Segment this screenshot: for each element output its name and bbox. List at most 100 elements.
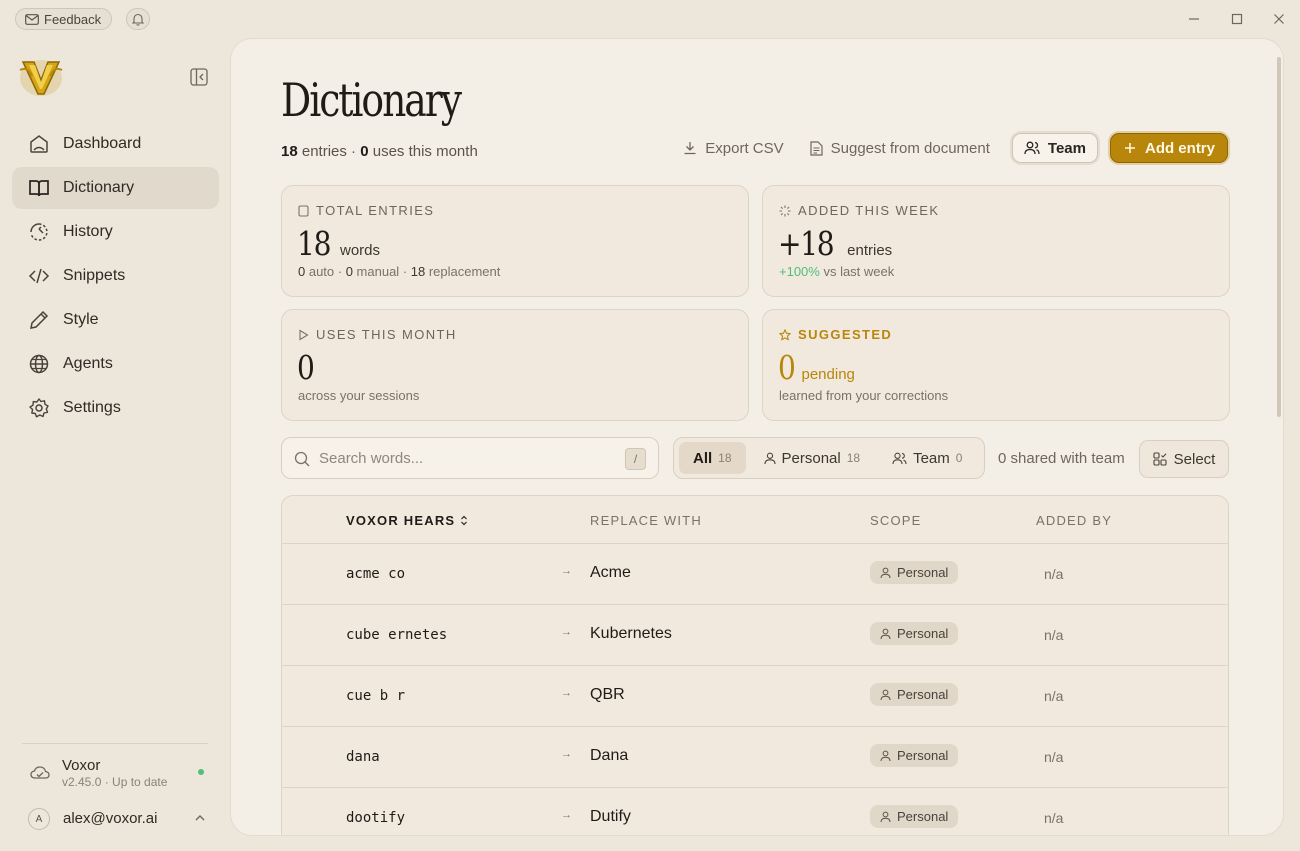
sidebar-item-label: Dictionary — [63, 179, 135, 196]
table-row[interactable]: dootify → Dutify Personal n/a — [282, 788, 1228, 835]
scrollbar[interactable] — [1277, 57, 1281, 417]
added-by-cell: n/a — [1044, 688, 1064, 704]
card-value: +18 entries — [778, 224, 892, 263]
close-button[interactable] — [1269, 9, 1289, 29]
play-icon — [299, 329, 309, 340]
scope-label: Personal — [897, 809, 949, 824]
export-csv-button[interactable]: Export CSV — [673, 133, 793, 163]
table-row[interactable]: dana → Dana Personal n/a — [282, 727, 1228, 788]
sparkle-icon — [779, 205, 791, 216]
card-label: USES THIS MONTH — [298, 327, 457, 342]
scope-badge: Personal — [870, 744, 959, 767]
account-menu[interactable]: A alex@voxor.ai — [28, 806, 208, 830]
feedback-button[interactable]: Feedback — [15, 8, 113, 30]
added-week-note: +100% vs last week — [779, 264, 894, 279]
sidebar-item-settings[interactable]: Settings — [12, 387, 219, 429]
filter-label: Personal — [781, 449, 841, 467]
minimize-button[interactable] — [1184, 9, 1204, 29]
uses-month-value: 0 — [297, 348, 315, 387]
sidebar-item-agents[interactable]: Agents — [12, 343, 219, 385]
sort-icon — [461, 515, 468, 526]
sidebar-item-label: History — [63, 223, 113, 240]
total-entries-label: TOTAL ENTRIES — [316, 203, 435, 218]
user-icon — [880, 689, 891, 700]
table-row[interactable]: acme co → Acme Personal n/a — [282, 544, 1228, 605]
app-name: Voxor — [62, 757, 101, 774]
sidebar-item-snippets[interactable]: Snippets — [12, 255, 219, 297]
sidebar-item-label: Style — [63, 311, 99, 328]
total-entries-card: TOTAL ENTRIES 18 words 0 auto · 0 manual… — [281, 185, 749, 297]
total-entries-note: 0 auto · 0 manual · 18 replacement — [298, 264, 500, 279]
table-row[interactable]: cube ernetes → Kubernetes Personal n/a — [282, 605, 1228, 666]
hears-cell: dana — [346, 749, 380, 765]
select-button[interactable]: Select — [1139, 440, 1229, 478]
scope-badge: Personal — [870, 805, 959, 828]
suggested-unit: pending — [801, 366, 855, 383]
suggest-from-document-button[interactable]: Suggest from document — [800, 133, 1000, 163]
hears-cell: acme co — [346, 566, 406, 582]
manual-label: manual · — [352, 264, 411, 279]
code-icon — [28, 268, 50, 284]
sidebar-item-history[interactable]: History — [12, 211, 219, 253]
uses-label: uses this month — [368, 143, 478, 160]
entries-count: 18 — [281, 143, 298, 160]
replacement-count: 18 — [410, 264, 426, 279]
replace-cell: Kubernetes — [590, 625, 672, 642]
team-label: Team — [1047, 139, 1086, 157]
scope-label: Personal — [897, 626, 949, 641]
replace-cell: Dana — [590, 747, 629, 764]
document-icon — [810, 140, 823, 156]
column-added-by[interactable]: ADDED BY — [1036, 513, 1112, 528]
status-dot — [198, 769, 204, 775]
search-input[interactable]: Search words... / — [281, 437, 659, 479]
avatar: A — [28, 808, 50, 830]
filter-team[interactable]: Team 0 — [878, 442, 976, 474]
column-voxor-hears[interactable]: VOXOR HEARS — [346, 513, 468, 528]
globe-icon — [29, 354, 49, 374]
history-icon — [30, 223, 48, 241]
title-bar: Feedback — [0, 0, 1300, 38]
filter-personal[interactable]: Personal 18 — [750, 442, 875, 474]
gear-icon — [29, 398, 49, 418]
filter-label: Team — [913, 449, 950, 467]
total-entries-unit: words — [340, 242, 381, 259]
added-week-value: +18 — [778, 224, 835, 263]
filter-all[interactable]: All 18 — [679, 442, 746, 474]
user-icon — [880, 567, 891, 578]
team-button[interactable]: Team — [1011, 133, 1098, 163]
version-status[interactable]: Voxor v2.45.0 · Up to date — [28, 755, 208, 795]
arrow-icon: → — [561, 565, 572, 577]
table-row[interactable]: cue b r → QBR Personal n/a — [282, 666, 1228, 727]
header-actions: Export CSV Suggest from document Team Ad… — [673, 133, 1228, 163]
maximize-button[interactable] — [1227, 9, 1247, 29]
sidebar-item-dashboard[interactable]: Dashboard — [12, 123, 219, 165]
week-change: +100% — [779, 264, 820, 279]
suggested-label: SUGGESTED — [798, 327, 893, 342]
voxor-logo — [18, 56, 64, 98]
pen-icon — [30, 310, 49, 329]
collapse-sidebar-button[interactable] — [189, 67, 209, 87]
notifications-button[interactable] — [126, 8, 150, 30]
add-entry-button[interactable]: Add entry — [1109, 133, 1228, 163]
sidebar-item-label: Dashboard — [63, 135, 142, 152]
added-by-cell: n/a — [1044, 566, 1064, 582]
select-label: Select — [1173, 450, 1216, 468]
download-icon — [684, 142, 696, 155]
column-scope[interactable]: SCOPE — [870, 513, 922, 528]
card-label: TOTAL ENTRIES — [298, 203, 434, 218]
filter-label: All — [693, 449, 713, 467]
sidebar-item-style[interactable]: Style — [12, 299, 219, 341]
card-value: 18 words — [297, 224, 380, 263]
plus-icon — [1124, 143, 1135, 153]
auto-label: auto · — [305, 264, 346, 279]
maximize-icon — [1231, 13, 1243, 25]
dictionary-table: VOXOR HEARS REPLACE WITH SCOPE ADDED BY … — [281, 495, 1229, 835]
column-replace-with[interactable]: REPLACE WITH — [590, 513, 702, 528]
sidebar-item-dictionary[interactable]: Dictionary — [12, 167, 219, 209]
suggested-card: SUGGESTED 0 pending learned from your co… — [762, 309, 1230, 421]
table-header: VOXOR HEARS REPLACE WITH SCOPE ADDED BY — [282, 496, 1228, 544]
scope-badge: Personal — [870, 561, 959, 584]
arrow-icon: → — [561, 687, 572, 699]
search-shortcut-key: / — [625, 448, 646, 470]
scope-label: Personal — [897, 748, 949, 763]
